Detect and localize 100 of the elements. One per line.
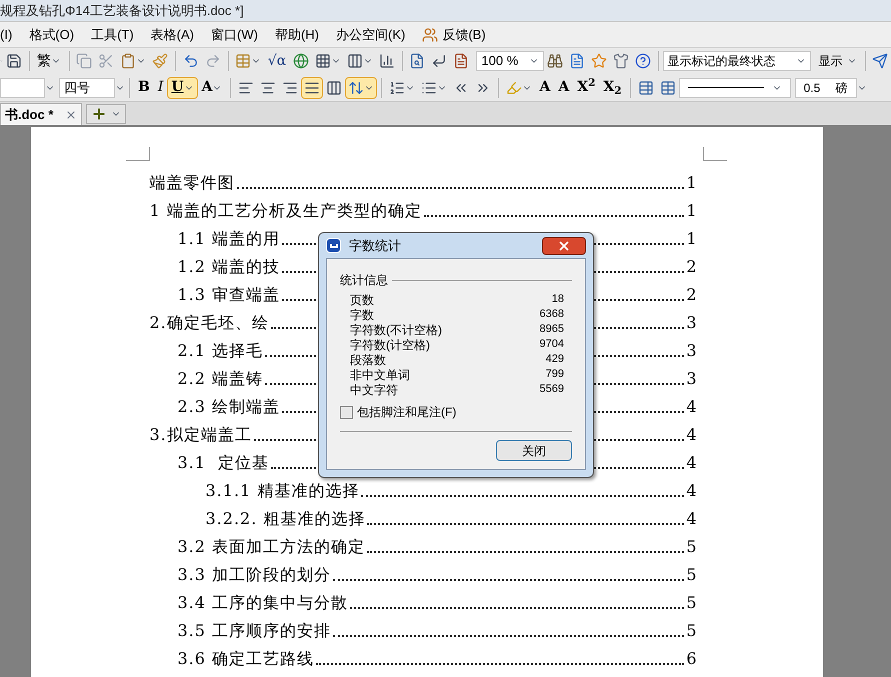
stat-label: 段落数	[350, 352, 386, 368]
columns-icon	[347, 53, 364, 69]
include-notes-checkbox[interactable]: 包括脚注和尾注(F)	[340, 403, 572, 421]
help-icon	[635, 53, 652, 69]
zoom-field[interactable]: 100 %	[476, 51, 544, 71]
line-spacing-icon	[348, 80, 364, 96]
grid-icon	[315, 53, 332, 69]
distribute-icon	[326, 80, 342, 96]
toc-entry: 2.3 绘制端盖	[178, 396, 280, 418]
highlighter-icon	[506, 80, 522, 96]
underline-button[interactable]: U	[167, 76, 198, 98]
stat-value: 429	[546, 352, 564, 368]
app-logo-icon	[326, 238, 341, 253]
menu-item[interactable]: 反馈(B)	[422, 24, 486, 44]
undo-icon	[182, 53, 199, 69]
align-right-icon	[282, 80, 298, 96]
toc-entry: 2.确定毛坯、绘	[150, 312, 269, 334]
document-tab[interactable]: 书.doc *	[0, 103, 82, 125]
formula-button[interactable]: √α	[264, 50, 290, 72]
toc-entry: 1 端盖的工艺分析及生产类型的确定	[150, 200, 422, 222]
close-icon[interactable]	[65, 108, 78, 120]
page-number: 2	[686, 284, 698, 306]
bullet-list-icon	[421, 80, 438, 96]
justify-button[interactable]	[301, 76, 324, 98]
window-title: 规程及钻孔Φ14工艺装备设计说明书.doc *]	[0, 2, 244, 20]
menu-item[interactable]: 表格(A)	[150, 24, 194, 44]
cut-icon	[98, 53, 114, 69]
stat-value: 6368	[540, 307, 564, 322]
show-menu-button[interactable]: 显示	[814, 52, 861, 70]
traditional-chinese-button[interactable]: 繁	[32, 50, 65, 72]
close-button[interactable]	[542, 236, 586, 254]
menu-item[interactable]: 办公空间(K)	[336, 24, 406, 44]
page-number: 5	[686, 592, 698, 614]
menu-item[interactable]: 帮助(H)	[274, 24, 319, 44]
bold-button[interactable]: B	[134, 76, 154, 98]
line-style-dropdown[interactable]	[678, 78, 791, 98]
menu-item[interactable]: 格式(O)	[29, 24, 74, 44]
toc-entry: 1.1 端盖的用	[178, 228, 280, 250]
stat-label: 字数	[350, 306, 374, 324]
stat-value: 9704	[540, 337, 564, 352]
toc-entry: 3.3 加工阶段的划分	[178, 564, 332, 586]
redo-icon	[204, 53, 221, 69]
page-number: 5	[686, 620, 698, 642]
page-number: 4	[686, 424, 698, 446]
group-title: 统计信息	[340, 272, 388, 289]
menu-item[interactable]: 窗口(W)	[211, 24, 258, 44]
toc-entry: 1.2 端盖的技	[178, 256, 280, 278]
copy-icon	[76, 53, 92, 69]
line-spacing-button[interactable]	[345, 76, 378, 98]
format-painter-icon	[152, 53, 168, 69]
chart-icon	[379, 53, 396, 69]
stat-value: 8965	[540, 322, 564, 338]
align-center-icon	[260, 80, 276, 96]
toc-entry: 3.2 表面加工方法的确定	[178, 536, 366, 558]
font-size-field[interactable]: 四号	[59, 78, 115, 98]
page-number: 3	[686, 340, 698, 362]
page-number: 2	[686, 256, 698, 278]
toc-entry: 2.1 选择毛	[178, 340, 264, 362]
page-number: 5	[686, 536, 698, 558]
stat-value: 5569	[540, 382, 564, 398]
font-name-field[interactable]	[0, 78, 45, 98]
page-number: 4	[686, 396, 698, 418]
star-icon	[591, 53, 608, 69]
page-number: 4	[686, 452, 698, 474]
toc-entry: 3.1 定位基	[178, 452, 270, 474]
people-icon	[422, 26, 438, 42]
toc-entry: 2.2 端盖铸	[178, 368, 264, 390]
toc-entry: 3.1.1 精基准的选择	[206, 480, 360, 502]
checkbox[interactable]	[340, 406, 353, 418]
toc-entry: 3.6 确定工艺路线	[178, 648, 314, 670]
page-number: 1	[686, 172, 698, 194]
page-number: 3	[686, 312, 698, 334]
subscript-button[interactable]: X$_{2}$	[599, 76, 626, 98]
find-icon	[547, 53, 564, 69]
toc-entry: 3.4 工序的集中与分散	[178, 592, 348, 614]
text-effect-button[interactable]: A	[198, 76, 226, 98]
stat-label: 字符数(计空格)	[350, 336, 430, 354]
grow-font-button[interactable]: A	[535, 76, 554, 98]
toc-entry: 3.2.2. 粗基准的选择	[206, 508, 366, 530]
shrink-font-button[interactable]: A	[554, 76, 574, 98]
toc-entry: 3.拟定端盖工	[150, 424, 252, 446]
toc-entry: 3.5 工序顺序的安排	[178, 620, 332, 642]
page-number: 5	[686, 564, 698, 586]
justify-icon	[304, 80, 320, 96]
line-weight-field[interactable]: 0.5 磅	[794, 78, 857, 98]
new-tab-button[interactable]	[86, 104, 126, 124]
numbered-list-icon	[389, 80, 406, 96]
superscript-button[interactable]: X$^{2}$	[573, 76, 600, 98]
toc-entry: 1.3 审查端盖	[178, 284, 280, 306]
close-dialog-button[interactable]: 关闭	[496, 440, 572, 461]
menu-item[interactable]: 工具(T)	[91, 24, 134, 44]
table-edit-icon	[638, 80, 654, 96]
markup-view-dropdown[interactable]: 显示标记的最终状态	[662, 51, 811, 71]
stat-value: 799	[546, 367, 564, 382]
stat-label: 字符数(不计空格)	[350, 322, 442, 338]
menu-item[interactable]: (I)	[0, 24, 12, 44]
italic-button[interactable]: I	[154, 76, 168, 98]
table-icon	[234, 53, 251, 69]
close-icon	[557, 238, 571, 252]
page-number: 1	[686, 228, 698, 250]
